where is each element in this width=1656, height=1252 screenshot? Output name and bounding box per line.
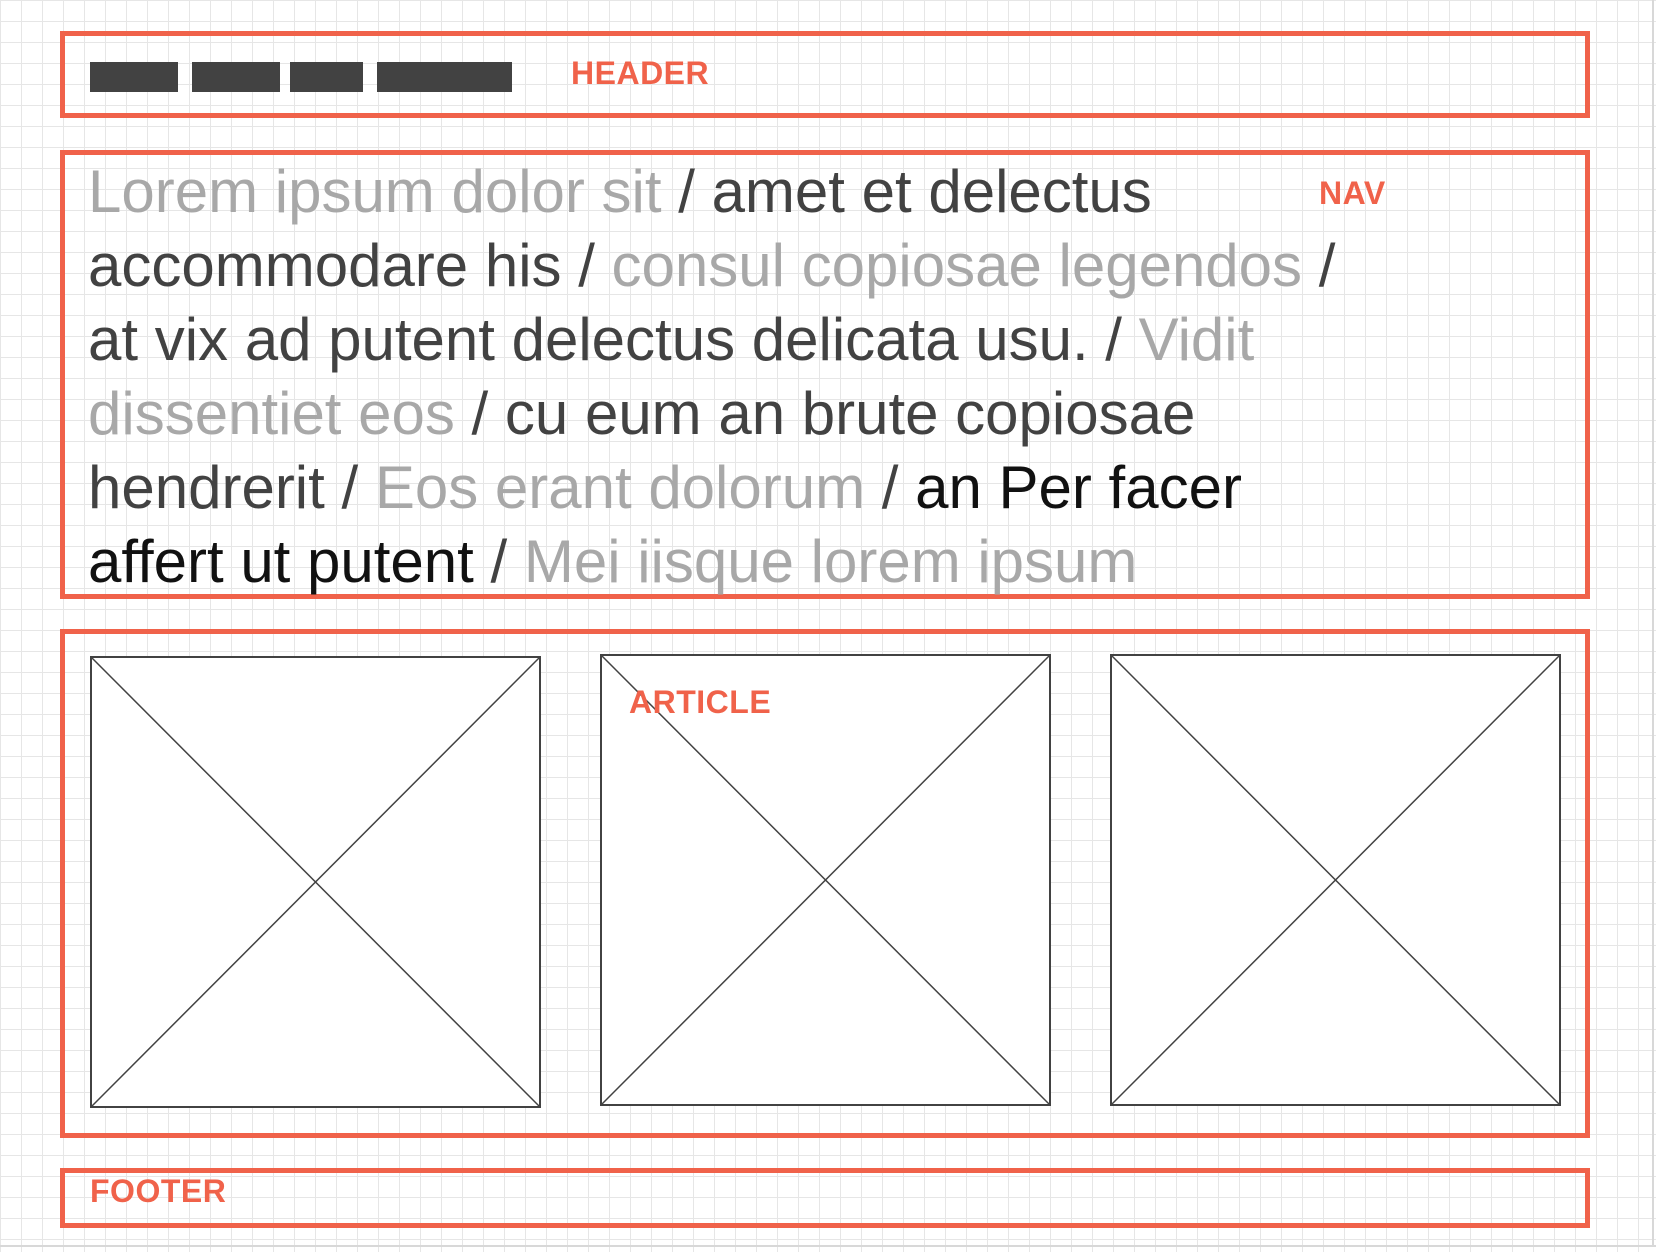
footer-region: FOOTER — [60, 1168, 1590, 1228]
nav-text-segment: / — [865, 454, 916, 521]
nav-label: NAV — [1319, 175, 1386, 211]
nav-text-segment: Lorem ipsum dolor sit — [88, 158, 662, 225]
nav-text-segment: / — [661, 158, 712, 225]
logo-block-2 — [192, 62, 280, 92]
image-placeholder-icon — [90, 656, 541, 1108]
nav-text-segment: consul copiosae legendos — [611, 232, 1303, 299]
nav-text-segment: / — [1302, 232, 1336, 299]
canvas-bottom-edge — [0, 1245, 1656, 1247]
image-placeholder-1 — [90, 656, 541, 1108]
canvas-right-edge — [1652, 0, 1654, 1245]
image-placeholder-icon — [600, 654, 1051, 1106]
logo-block-4 — [377, 62, 512, 92]
nav-region: Lorem ipsum dolor sit / amet et delectus… — [60, 150, 1590, 599]
article-label: ARTICLE — [629, 684, 772, 720]
nav-text-segment: / — [473, 528, 524, 595]
logo-block-1 — [90, 62, 178, 92]
image-placeholder-2 — [600, 654, 1051, 1106]
header-label: HEADER — [571, 55, 710, 91]
image-placeholder-3 — [1110, 654, 1561, 1106]
nav-text-segment: / — [1088, 306, 1139, 373]
nav-text-segment: / — [324, 454, 375, 521]
nav-text: Lorem ipsum dolor sit / amet et delectus… — [88, 155, 1388, 599]
nav-text-segment: Eos erant dolorum — [374, 454, 866, 521]
image-placeholder-icon — [1110, 654, 1561, 1106]
nav-text-segment: / — [454, 380, 505, 447]
nav-text-segment: Mei iisque lorem ipsum — [523, 528, 1138, 595]
logo-block-3 — [290, 62, 363, 92]
nav-text-segment: / — [561, 232, 612, 299]
header-region: HEADER — [60, 31, 1590, 118]
nav-text-segment: at vix ad putent delectus delicata usu. — [88, 306, 1089, 373]
footer-label: FOOTER — [90, 1173, 227, 1209]
article-region: ARTICLE — [60, 629, 1590, 1138]
